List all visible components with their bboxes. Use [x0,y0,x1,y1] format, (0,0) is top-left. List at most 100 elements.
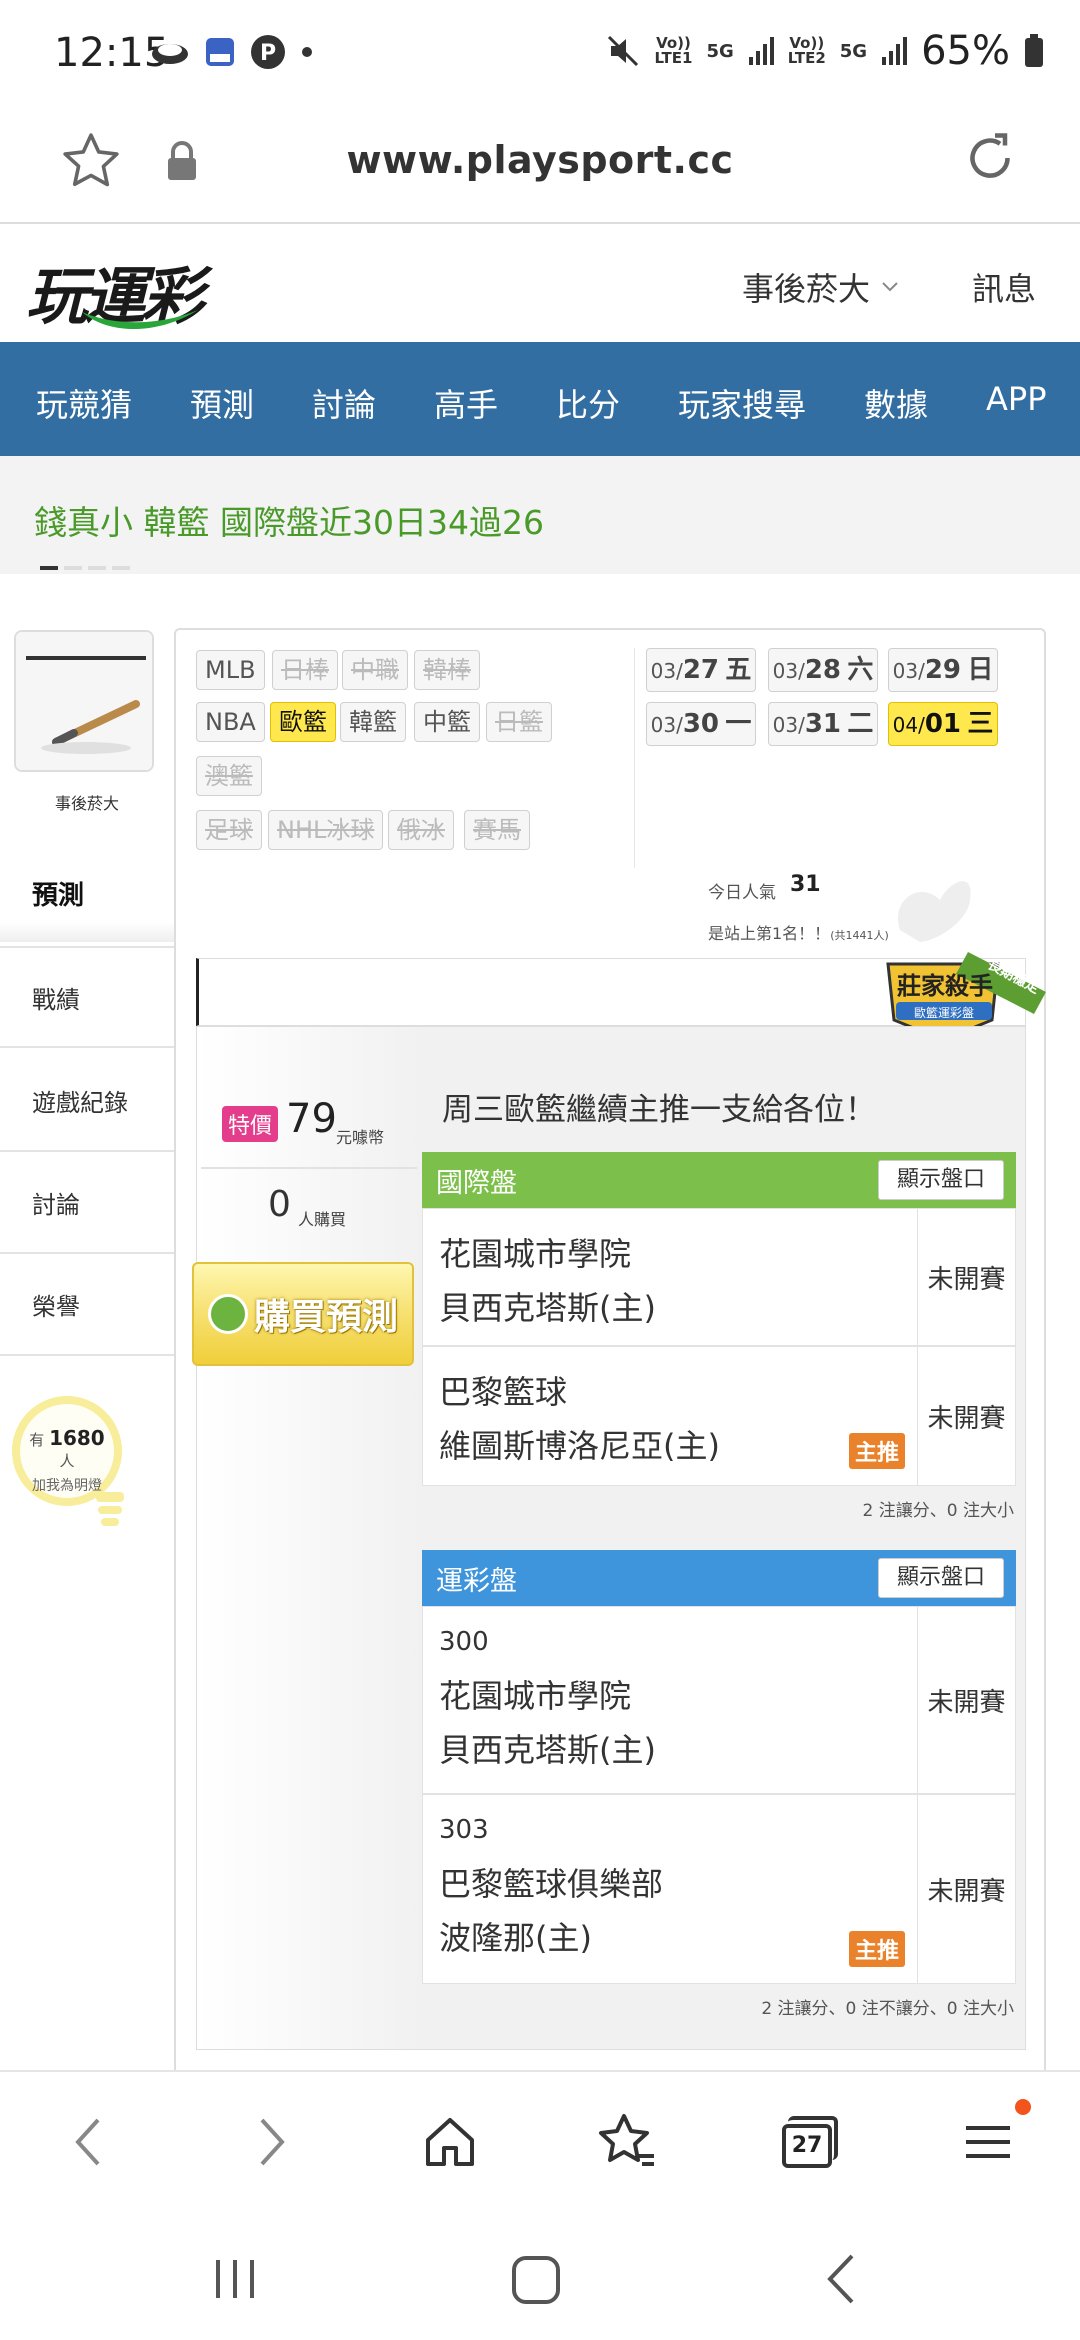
date-day: 01 [924,709,961,739]
league-chip-taiwan-basketball[interactable]: 中籃 [414,702,480,742]
forward-icon[interactable] [246,2112,296,2172]
main-nav: 玩競猜 預測 討論 高手 比分 玩家搜尋 數據 APP [0,342,1080,456]
game-status: 未開賽 [917,1347,1015,1485]
sidebar-item-game-log[interactable]: 遊戲紀錄 [0,1050,174,1152]
date-month: 04/ [892,713,925,737]
league-chip-korea-basketball[interactable]: 韓籃 [340,702,406,742]
ticker-dot[interactable] [112,566,130,570]
league-chip-horse-racing[interactable]: 賽馬 [464,810,530,850]
ticker-dot[interactable] [40,566,58,570]
tabs-button[interactable]: 27 [782,2116,838,2168]
notification-dot-icon [1015,2099,1031,2115]
nav-item-guess[interactable]: 玩競猜 [36,380,132,426]
ticker-text[interactable]: 錢真小 韓籃 國際盤近30日34過26 [34,496,544,544]
battery-percent: 65% [921,28,1010,74]
nav-item-predict[interactable]: 預測 [190,380,254,426]
league-chip-aus-basketball[interactable]: 澳籃 [196,756,262,796]
prediction-headline: 周三歐籃繼續主推一支給各位！ [442,1092,876,1128]
table-row: 花園城市學院 貝西克塔斯(主) 未開賽 [422,1208,1016,1346]
lottery-summary: 2 注讓分、0 注不讓分、0 注大小 [761,1999,1014,2019]
league-chip-mlb[interactable]: MLB [196,650,265,690]
mute-icon [608,35,639,67]
nav-item-player-search[interactable]: 玩家搜尋 [678,380,806,426]
team-home: 波隆那(主) [439,1919,592,1957]
nav-item-scores[interactable]: 比分 [556,380,620,426]
date-button-selected[interactable]: 04/01 三 [888,702,998,746]
logo-swoosh-icon [82,310,198,330]
back-nav-icon[interactable] [820,2250,864,2308]
bookmarks-icon[interactable] [596,2110,660,2174]
date-month: 03/ [772,713,805,737]
nav-item-app[interactable]: APP [986,380,1046,418]
user-menu[interactable]: 事後菸大 [742,264,900,310]
nav-item-data[interactable]: 數據 [864,380,928,426]
intl-summary: 2 注讓分、0 注大小 [862,1501,1014,1521]
team-away: 巴黎籃球 [439,1373,568,1411]
date-button[interactable]: 03/28 六 [768,648,878,692]
browser-toolbar: 27 [0,2070,1080,2210]
nav-item-discuss[interactable]: 討論 [312,380,376,426]
intl-show-odds-button[interactable]: 顯示盤口 [877,1160,1004,1200]
date-day: 27 [682,655,719,685]
date-day: 30 [682,709,719,739]
popularity-value: 31 [790,872,821,897]
news-ticker: 錢真小 韓籃 國際盤近30日34過26 [0,456,1080,574]
league-chip-nba[interactable]: NBA [196,702,265,742]
team-away: 巴黎籃球俱樂部 [439,1865,664,1903]
lottery-table-header: 運彩盤 顯示盤口 [422,1550,1016,1606]
league-chip-nhl[interactable]: NHL冰球 [268,810,384,850]
league-chip-soccer[interactable]: 足球 [196,810,262,850]
recent-apps-icon[interactable] [210,2254,260,2304]
league-chip-cpbl[interactable]: 中職 [342,650,408,690]
team-away: 花園城市學院 [439,1677,632,1715]
battery-icon [1025,34,1043,67]
home-nav-icon[interactable] [510,2254,562,2306]
5g-label: 5G [706,40,734,62]
sidebar-item-honor[interactable]: 榮譽 [0,1254,174,1356]
notification-icons: P [150,34,314,70]
back-icon[interactable] [64,2112,114,2172]
sidebar-item-record[interactable]: 戰績 [0,946,174,1048]
game-number: 303 [439,1815,489,1845]
date-button[interactable]: 03/27 五 [646,648,756,692]
rank-text: 是站上第1名！！ [708,924,831,943]
home-icon[interactable] [420,2112,480,2172]
lottery-show-odds-button[interactable]: 顯示盤口 [877,1558,1004,1598]
league-chip-khl[interactable]: 俄冰 [388,810,454,850]
date-weekday: 日 [967,655,994,685]
price-column [197,1027,421,2049]
angel-icon [898,881,971,942]
sidebar-item-discuss[interactable]: 討論 [0,1152,174,1254]
intl-table-header: 國際盤 顯示盤口 [422,1152,1016,1208]
popularity-rank: 是站上第1名！！(共1441人) [708,920,889,944]
intl-table-title: 國際盤 [436,1167,517,1199]
buyers-unit: 人購買 [298,1210,347,1229]
team-home: 維圖斯博洛尼亞(主) [439,1427,720,1465]
fans-count: 1680 [49,1426,105,1450]
league-chip-npb[interactable]: 日棒 [272,650,338,690]
fans-prefix: 有 [29,1431,45,1449]
buy-prediction-label: 購買預測 [253,1297,398,1338]
reload-icon[interactable] [960,128,1020,188]
url-text[interactable]: www.playsport.cc [0,138,1080,182]
messages-link[interactable]: 訊息 [972,264,1036,310]
league-chip-euro-basketball[interactable]: 歐籃 [270,702,336,742]
nav-item-experts[interactable]: 高手 [434,380,498,426]
date-day: 29 [924,655,961,685]
league-chip-japan-basketball[interactable]: 日籃 [486,702,552,742]
team-away: 花園城市學院 [439,1235,632,1273]
league-chip-kbo[interactable]: 韓棒 [414,650,480,690]
date-button[interactable]: 03/30 一 [646,702,756,746]
lte2-label: Vo)) LTE2 [787,34,826,67]
buy-coin-icon [207,1294,248,1334]
date-month: 03/ [650,713,683,737]
panel-divider [634,648,635,868]
avatar[interactable] [14,630,154,772]
ticker-dot[interactable] [88,566,106,570]
buy-prediction-button[interactable]: 購買預測 [192,1262,414,1366]
sidebar-item-predict[interactable]: 預測 [0,844,174,942]
ticker-dot[interactable] [64,566,82,570]
date-button[interactable]: 03/29 日 [888,648,998,692]
menu-icon[interactable] [962,2116,1014,2168]
date-button[interactable]: 03/31 二 [768,702,878,746]
